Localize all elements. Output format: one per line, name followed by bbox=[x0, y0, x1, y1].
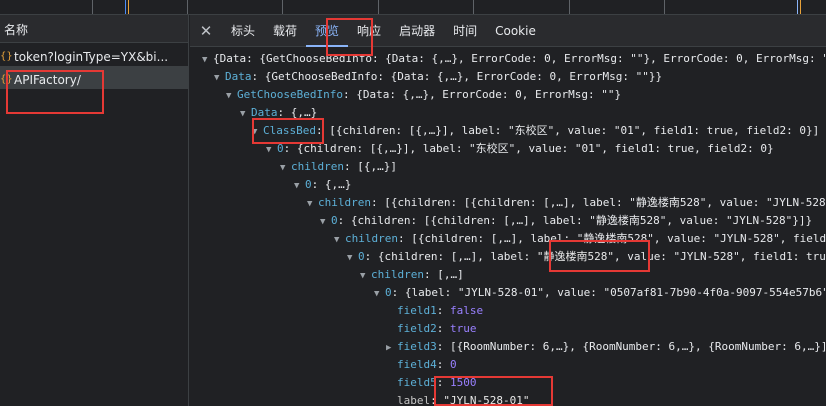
expanded-arrow-icon[interactable]: ▼ bbox=[202, 51, 213, 69]
tree-node-data[interactable]: ▼ Data: {,…} bbox=[240, 104, 317, 122]
tab-response[interactable]: 响应 bbox=[348, 15, 390, 47]
timeline-marker-orange bbox=[128, 0, 129, 14]
xhr-icon: {} bbox=[0, 74, 13, 85]
close-icon[interactable]: ✕ bbox=[190, 22, 222, 40]
timeline-marker-blue bbox=[797, 0, 798, 14]
tab-payload[interactable]: 载荷 bbox=[264, 15, 306, 47]
timeline-gridline bbox=[282, 0, 283, 14]
tree-node-children[interactable]: ▼ children: [{children: [,…], label: "静逸楼… bbox=[334, 230, 826, 248]
tree-node-index-0[interactable]: ▼ 0: {,…} bbox=[294, 176, 351, 194]
tree-leaf-field5[interactable]: field5: 1500 bbox=[397, 374, 477, 392]
request-row-apifactory[interactable]: {} APIFactory/ bbox=[0, 66, 188, 89]
expanded-arrow-icon[interactable]: ▼ bbox=[252, 123, 263, 141]
timeline-gridline bbox=[664, 0, 665, 14]
tree-node-children[interactable]: ▼ children: [{children: [{children: [,…],… bbox=[307, 194, 826, 212]
request-name: token?loginType=YX&bi... bbox=[14, 49, 169, 64]
tab-initiator[interactable]: 启动器 bbox=[390, 15, 444, 47]
expanded-arrow-icon[interactable]: ▼ bbox=[334, 231, 345, 249]
expanded-arrow-icon[interactable]: ▼ bbox=[226, 87, 237, 105]
tree-node-root[interactable]: ▼ {Data: {GetChooseBedInfo: {Data: {,…}, … bbox=[202, 50, 826, 68]
json-preview-tree: ▼ {Data: {GetChooseBedInfo: {Data: {,…}, … bbox=[190, 48, 826, 406]
name-column-header[interactable]: 名称 bbox=[0, 15, 188, 43]
tree-node-getchoosebedinfo[interactable]: ▼ GetChooseBedInfo: {Data: {,…}, ErrorCod… bbox=[226, 86, 621, 104]
expanded-arrow-icon[interactable]: ▼ bbox=[307, 195, 318, 213]
expanded-arrow-icon[interactable]: ▼ bbox=[347, 249, 358, 267]
expanded-arrow-icon[interactable]: ▼ bbox=[266, 141, 277, 159]
network-timeline-overview[interactable] bbox=[0, 0, 826, 15]
expanded-arrow-icon[interactable]: ▼ bbox=[360, 267, 371, 285]
timeline-gridline bbox=[187, 0, 188, 14]
tab-cookies[interactable]: Cookie bbox=[486, 15, 545, 47]
timeline-gridline bbox=[378, 0, 379, 14]
tree-node-data[interactable]: ▼ Data: {GetChooseBedInfo: {Data: {,…}, E… bbox=[214, 68, 662, 86]
tree-node-index-0[interactable]: ▼ 0: {children: [{,…}], label: "东校区", val… bbox=[266, 140, 774, 158]
request-row-token[interactable]: {} token?loginType=YX&bi... bbox=[0, 43, 188, 66]
timeline-gridline bbox=[569, 0, 570, 14]
tab-headers[interactable]: 标头 bbox=[222, 15, 264, 47]
tree-node-index-0[interactable]: ▼ 0: {children: [{children: [,…], label: … bbox=[320, 212, 812, 230]
expanded-arrow-icon[interactable]: ▼ bbox=[214, 69, 225, 87]
tree-node-index-0[interactable]: ▼ 0: {children: [,…], label: "静逸楼南528", v… bbox=[347, 248, 826, 266]
tree-leaf-field1[interactable]: field1: false bbox=[397, 302, 483, 320]
expanded-arrow-icon[interactable]: ▼ bbox=[280, 159, 291, 177]
tree-leaf-label[interactable]: label: "JYLN-528-01" bbox=[397, 392, 529, 406]
timeline-marker-blue bbox=[125, 0, 126, 14]
tree-node-classbed[interactable]: ▼ ClassBed: [{children: [{,…}], label: "东… bbox=[252, 122, 819, 140]
expanded-arrow-icon[interactable]: ▼ bbox=[294, 177, 305, 195]
expanded-arrow-icon[interactable]: ▼ bbox=[320, 213, 331, 231]
timeline-gridline bbox=[92, 0, 93, 14]
collapsed-arrow-icon[interactable]: ▶ bbox=[386, 339, 397, 357]
timeline-gridline bbox=[473, 0, 474, 14]
timeline-marker-orange bbox=[800, 0, 801, 14]
expanded-arrow-icon[interactable]: ▼ bbox=[240, 105, 251, 123]
tree-node-field3[interactable]: ▶ field3: [{RoomNumber: 6,…}, {RoomNumber… bbox=[386, 338, 826, 356]
tree-leaf-field4[interactable]: field4: 0 bbox=[397, 356, 457, 374]
expanded-arrow-icon[interactable]: ▼ bbox=[374, 285, 385, 303]
tree-leaf-field2[interactable]: field2: true bbox=[397, 320, 477, 338]
tree-node-children[interactable]: ▼ children: [,…] bbox=[360, 266, 464, 284]
request-name: APIFactory/ bbox=[14, 72, 81, 87]
tab-timing[interactable]: 时间 bbox=[444, 15, 486, 47]
tab-preview[interactable]: 预览 bbox=[306, 15, 349, 47]
xhr-icon: {} bbox=[0, 51, 13, 62]
tree-node-index-0[interactable]: ▼ 0: {label: "JYLN-528-01", value: "0507a… bbox=[374, 284, 826, 302]
tree-node-children[interactable]: ▼ children: [{,…}] bbox=[280, 158, 397, 176]
request-list-panel: 名称 {} token?loginType=YX&bi... {} APIFac… bbox=[0, 15, 189, 406]
details-tab-bar: ✕ 标头 载荷 预览 响应 启动器 时间 Cookie bbox=[190, 15, 826, 47]
